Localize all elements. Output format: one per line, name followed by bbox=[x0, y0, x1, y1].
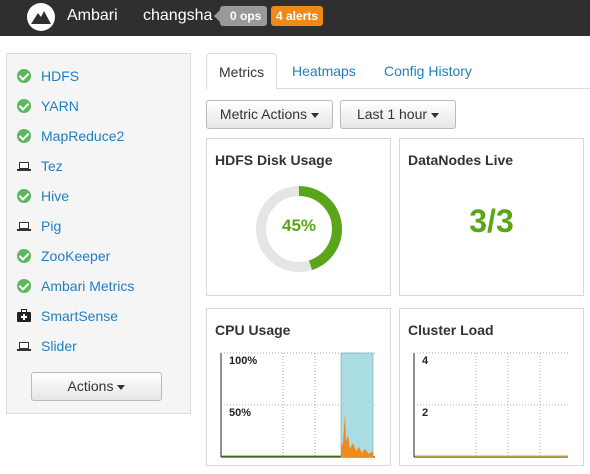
check-circle-icon bbox=[17, 129, 31, 143]
widget-title: DataNodes Live bbox=[408, 152, 514, 168]
caret-down-icon bbox=[117, 384, 126, 390]
sidebar-item-mapreduce2[interactable]: MapReduce2 bbox=[7, 122, 190, 152]
sidebar-item-yarn[interactable]: YARN bbox=[7, 92, 190, 122]
tab-config-history[interactable]: Config History bbox=[372, 53, 484, 89]
tab-metrics[interactable]: Metrics bbox=[206, 53, 278, 90]
cluster-load-chart bbox=[413, 352, 568, 458]
cluster-name[interactable]: changsha bbox=[143, 7, 212, 25]
services-sidebar: HDFS YARN MapReduce2 Tez Hive Pig ZooKee… bbox=[6, 53, 191, 414]
sidebar-item-smartsense[interactable]: SmartSense bbox=[7, 302, 190, 332]
top-navbar: Ambari changsha 0 ops 4 alerts bbox=[0, 0, 590, 36]
sidebar-item-hdfs[interactable]: HDFS bbox=[7, 62, 190, 92]
actions-button-label: Actions bbox=[67, 378, 114, 394]
caret-down-icon bbox=[431, 112, 440, 118]
check-circle-icon bbox=[17, 279, 31, 293]
ops-badge[interactable]: 0 ops bbox=[213, 6, 268, 26]
actions-button[interactable]: Actions bbox=[31, 372, 162, 401]
sidebar-item-label[interactable]: Hive bbox=[41, 188, 69, 204]
sidebar-item-label[interactable]: YARN bbox=[41, 98, 79, 114]
widget-title: Cluster Load bbox=[408, 322, 494, 338]
sidebar-item-pig[interactable]: Pig bbox=[7, 212, 190, 242]
metric-actions-dropdown[interactable]: Metric Actions bbox=[206, 100, 333, 129]
check-circle-icon bbox=[17, 249, 31, 263]
brand-name[interactable]: Ambari bbox=[67, 7, 118, 25]
metric-actions-label: Metric Actions bbox=[219, 106, 308, 122]
sidebar-item-label[interactable]: Pig bbox=[41, 218, 61, 234]
service-tabs: Metrics Heatmaps Config History bbox=[206, 53, 590, 90]
laptop-icon bbox=[17, 159, 31, 173]
sidebar-item-slider[interactable]: Slider bbox=[7, 332, 190, 362]
hdfs-disk-usage-widget[interactable]: HDFS Disk Usage 45% bbox=[206, 138, 391, 296]
sidebar-item-label[interactable]: Ambari Metrics bbox=[41, 278, 134, 294]
time-range-label: Last 1 hour bbox=[356, 106, 428, 122]
sidebar-item-label[interactable]: Tez bbox=[41, 158, 63, 174]
alerts-badge[interactable]: 4 alerts bbox=[271, 6, 324, 26]
disk-usage-percent: 45% bbox=[281, 216, 317, 235]
caret-down-icon bbox=[311, 112, 320, 118]
y-tick-label: 4 bbox=[422, 355, 429, 367]
check-circle-icon bbox=[17, 189, 31, 203]
y-tick-label: 50% bbox=[229, 407, 252, 419]
cluster-load-widget[interactable]: Cluster Load 4 2 bbox=[399, 308, 584, 466]
check-circle-icon bbox=[17, 99, 31, 113]
cpu-usage-chart bbox=[220, 352, 375, 458]
datanodes-live-value: 3/3 bbox=[469, 203, 514, 239]
sidebar-item-tez[interactable]: Tez bbox=[7, 152, 190, 182]
sidebar-item-hive[interactable]: Hive bbox=[7, 182, 190, 212]
sidebar-item-label[interactable]: SmartSense bbox=[41, 308, 118, 324]
sidebar-item-label[interactable]: HDFS bbox=[41, 68, 79, 84]
y-tick-label: 2 bbox=[422, 407, 429, 419]
y-tick-label: 100% bbox=[229, 355, 258, 367]
sidebar-item-zookeeper[interactable]: ZooKeeper bbox=[7, 242, 190, 272]
sidebar-item-label[interactable]: ZooKeeper bbox=[41, 248, 110, 264]
medkit-icon bbox=[17, 309, 31, 323]
time-range-dropdown[interactable]: Last 1 hour bbox=[340, 100, 456, 129]
sidebar-item-label[interactable]: MapReduce2 bbox=[41, 128, 124, 144]
cpu-usage-widget[interactable]: CPU Usage 100% 50% bbox=[206, 308, 391, 466]
laptop-icon bbox=[17, 339, 31, 353]
sidebar-item-ambari-metrics[interactable]: Ambari Metrics bbox=[7, 272, 190, 302]
laptop-icon bbox=[17, 219, 31, 233]
widget-title: HDFS Disk Usage bbox=[215, 152, 333, 168]
sidebar-item-label[interactable]: Slider bbox=[41, 338, 77, 354]
check-circle-icon bbox=[17, 69, 31, 83]
tab-heatmaps[interactable]: Heatmaps bbox=[280, 53, 368, 89]
ambari-logo-icon[interactable] bbox=[26, 2, 56, 32]
datanodes-live-widget[interactable]: DataNodes Live 3/3 bbox=[399, 138, 584, 296]
widget-title: CPU Usage bbox=[215, 322, 291, 338]
